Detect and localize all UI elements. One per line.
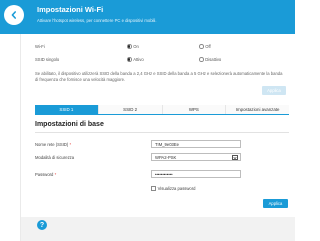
apply-button[interactable]: Applica (263, 199, 288, 208)
ssid-tabs: SSID 1 SSID 2 WPS Impostazioni avanzate (35, 105, 289, 115)
wifi-on-label: On (133, 44, 139, 49)
security-mode-select[interactable]: WPA2-PSK (151, 153, 241, 161)
tab-wps[interactable]: WPS (162, 105, 227, 114)
page-title: Impostazioni Wi-Fi (37, 5, 104, 14)
security-mode-label: Modalità di sicurezza (35, 155, 75, 160)
wifi-label: Wi-Fi (35, 44, 45, 49)
section-divider (35, 132, 289, 133)
ssid-name-value: TIM_9e03Ee (155, 141, 179, 147)
required-marker: * (54, 172, 57, 177)
show-password-label: Visualizza password (157, 186, 196, 191)
tab-ssid-2[interactable]: SSID 2 (98, 105, 163, 114)
section-title: Impostazioni di base (35, 121, 104, 128)
radio-button-icon (127, 44, 132, 49)
password-value: •••••••••••• (155, 171, 173, 177)
help-icon[interactable]: ? (37, 220, 47, 230)
password-input[interactable]: •••••••••••• (151, 170, 241, 178)
radio-button-icon (127, 57, 132, 62)
apply-button-top[interactable]: Applica (262, 86, 286, 95)
radio-button-icon (199, 44, 204, 49)
ssid-name-input[interactable]: TIM_9e03Ee (151, 140, 241, 148)
chevron-left-icon (11, 11, 16, 19)
page-header: Impostazioni Wi-Fi Attivare l'hotspot wi… (0, 0, 295, 34)
ssid-single-on-radio[interactable]: Attivo (127, 57, 144, 62)
tab-ssid-1[interactable]: SSID 1 (35, 105, 99, 114)
required-marker: * (69, 142, 72, 147)
ssid-name-label: Nome rete (SSID) * (35, 142, 71, 147)
settings-panel (20, 34, 295, 241)
ssid-single-label: SSID singolo (35, 57, 60, 62)
password-label-text: Password (35, 172, 54, 177)
tab-advanced-settings[interactable]: Impostazioni avanzate (226, 105, 289, 114)
ssid-single-on-label: Attivo (133, 57, 144, 62)
chevron-down-icon (232, 155, 238, 160)
back-button[interactable] (4, 5, 24, 25)
page-subtitle: Attivare l'hotspot wireless, per connett… (37, 18, 157, 23)
security-mode-value: WPA2-PSK (155, 154, 177, 160)
page-footer (21, 217, 295, 241)
ssid-single-off-label: Disattivo (205, 57, 222, 62)
wifi-off-label: Off (205, 44, 211, 49)
ssid-name-label-text: Nome rete (SSID) (35, 142, 69, 147)
wifi-on-radio[interactable]: On (127, 44, 139, 49)
wifi-off-radio[interactable]: Off (199, 44, 211, 49)
ssid-description: Se abilitato, il dispositivo utilizzerà … (35, 71, 283, 82)
ssid-single-off-radio[interactable]: Disattivo (199, 57, 221, 62)
password-label: Password * (35, 172, 56, 177)
radio-button-icon (199, 57, 204, 62)
show-password-option[interactable]: Visualizza password (151, 186, 195, 191)
show-password-checkbox[interactable] (151, 186, 156, 191)
